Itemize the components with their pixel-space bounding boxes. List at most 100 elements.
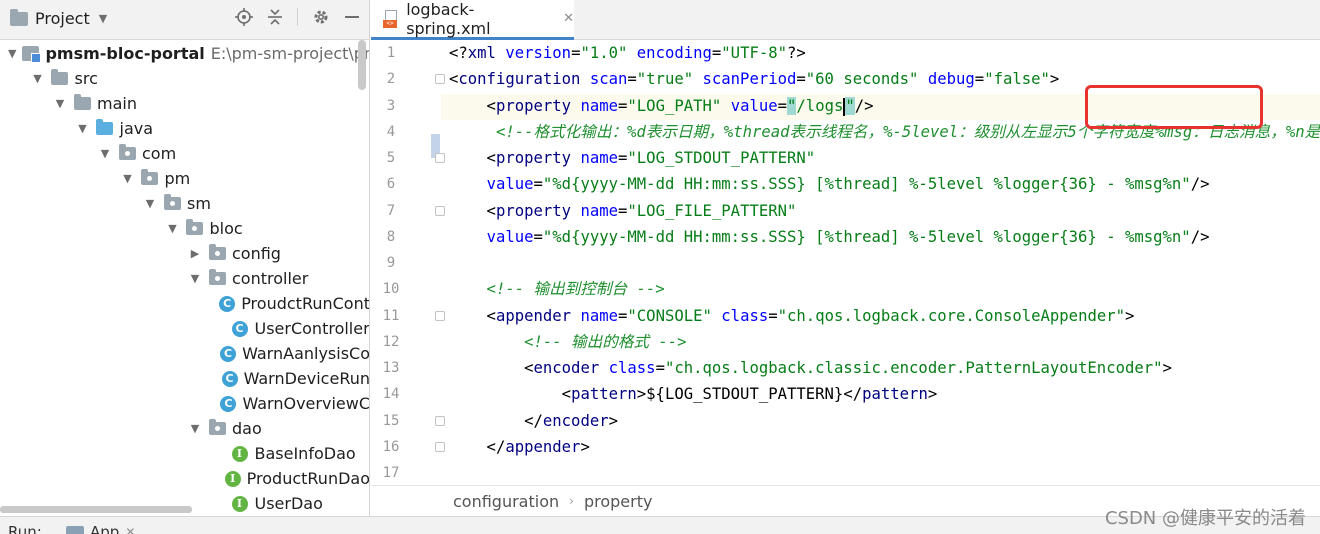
tree-item[interactable]: ▼ pmsm-bloc-portal E:\pm-sm-project\pmsm — [0, 41, 369, 66]
interface-icon: I — [224, 470, 241, 488]
source-folder-icon — [96, 119, 114, 138]
tree-item[interactable]: C WarnAanlysisCo — [0, 341, 370, 366]
hide-panel-icon[interactable] — [344, 8, 360, 26]
tab-label: logback-spring.xml — [406, 0, 491, 38]
tree-item[interactable]: ▼ pm — [0, 166, 369, 191]
close-icon[interactable]: ✕ — [563, 11, 574, 26]
class-icon: C — [220, 395, 237, 413]
tree-item[interactable]: ▼ src — [0, 66, 369, 91]
code-line-7: <property name="LOG_FILE_PATTERN" — [449, 202, 797, 220]
tree-item-label: WarnAanlysisCo — [242, 344, 370, 363]
locate-icon[interactable] — [235, 8, 253, 26]
line-number: 5 — [386, 150, 396, 166]
tree-item[interactable]: ▼ bloc — [0, 216, 369, 241]
run-tab-app[interactable]: App ✕ — [66, 523, 135, 534]
line-number: 13 — [382, 360, 400, 376]
line-number: 9 — [386, 255, 396, 271]
breadcrumb-configuration[interactable]: configuration — [453, 492, 559, 511]
line-number: 12 — [382, 334, 400, 350]
code-line-13: <encoder class="ch.qos.logback.classic.e… — [449, 359, 1172, 377]
line-number: 1 — [386, 45, 396, 61]
watermark: CSDN @健康平安的活着 — [1104, 508, 1306, 529]
line-number: 2 — [386, 71, 396, 87]
folder-icon — [51, 69, 69, 88]
tree-item[interactable]: C WarnOverviewC — [0, 391, 370, 416]
tree-item-label: main — [97, 94, 137, 113]
tree-item-label: src — [74, 69, 98, 88]
interface-icon: I — [231, 495, 249, 513]
tree-item[interactable]: ▼ java — [0, 116, 369, 141]
code-line-3: <property name="LOG_PATH" value="/logs "/… — [449, 97, 874, 116]
project-view-selector[interactable]: Project ▼ — [10, 8, 108, 28]
tree-item-label: UserController — [254, 319, 370, 338]
module-icon — [22, 45, 42, 63]
tree-item[interactable]: ▼ controller — [0, 266, 369, 291]
editor: <> logback-spring.xml ✕ 1 2 3 4 5 6 7 8 9 10 11 12 1… — [371, 0, 1320, 516]
class-icon: C — [221, 370, 238, 388]
tree-horizontal-scrollbar[interactable] — [0, 506, 192, 513]
gear-icon[interactable] — [312, 8, 330, 26]
close-icon[interactable]: ✕ — [125, 525, 135, 534]
code-line-1: <?xml version="1.0" encoding="UTF-8"?> — [449, 44, 806, 62]
tree-item-label: BaseInfoDao — [254, 444, 356, 463]
code-line-8: value="%d{yyyy-MM-dd HH:mm:ss.SSS} [%thr… — [486, 228, 1210, 246]
tree-item[interactable]: ▼ main — [0, 91, 369, 116]
tree-item-label: java — [119, 119, 154, 138]
tree-item[interactable]: I BaseInfoDao — [0, 441, 369, 466]
collapse-all-icon[interactable] — [267, 8, 283, 26]
tree-item[interactable]: ▼ dao — [0, 416, 369, 441]
package-icon — [163, 194, 181, 213]
chevron-down-icon[interactable]: ▼ — [121, 172, 135, 186]
tab-logback-spring-xml[interactable]: <> logback-spring.xml ✕ — [371, 0, 574, 40]
folder-icon — [73, 94, 91, 113]
project-folder-icon — [10, 8, 28, 26]
chevron-down-icon: ▼ — [98, 12, 108, 25]
chevron-down-icon[interactable]: ▼ — [53, 97, 67, 111]
chevron-right-icon[interactable]: ▶ — [188, 247, 202, 261]
code-line-2: <configuration scan="true" scanPeriod="6… — [449, 70, 1060, 88]
tree-item-label: ProudctRunCont — [241, 294, 370, 313]
run-tab-label: App — [90, 523, 120, 534]
tree-item[interactable]: ▶ config — [0, 241, 369, 266]
package-icon — [186, 219, 204, 238]
chevron-down-icon[interactable]: ▼ — [188, 272, 202, 286]
chevron-down-icon[interactable]: ▼ — [166, 222, 180, 236]
breadcrumb-property[interactable]: property — [584, 492, 653, 511]
tree-item-label: dao — [232, 419, 262, 438]
class-icon: C — [231, 320, 249, 338]
chevron-down-icon[interactable]: ▼ — [31, 72, 45, 86]
line-number: 15 — [382, 413, 400, 429]
tree-vertical-scrollbar[interactable] — [358, 40, 366, 90]
tree-item[interactable]: C ProudctRunCont — [0, 291, 370, 316]
code-line-10: <!-- 输出到控制台 --> — [449, 280, 665, 298]
chevron-down-icon[interactable]: ▼ — [8, 47, 16, 61]
line-number: 6 — [386, 176, 396, 192]
chevron-down-icon[interactable]: ▼ — [98, 147, 112, 161]
chevron-down-icon[interactable]: ▼ — [188, 422, 202, 436]
tree-item[interactable]: ▼ com — [0, 141, 369, 166]
tree-item-label: pm — [164, 169, 191, 188]
tree-item-label: controller — [232, 269, 309, 288]
tree-item[interactable]: C WarnDeviceRun — [0, 366, 369, 391]
tree-item-label: bloc — [209, 219, 243, 238]
tree-item-label: WarnOverviewC — [242, 394, 370, 413]
chevron-down-icon[interactable]: ▼ — [143, 197, 157, 211]
package-icon — [208, 244, 226, 263]
app-icon — [66, 526, 84, 534]
line-number: 3 — [386, 98, 396, 114]
tree-item[interactable]: I ProductRunDao — [0, 466, 370, 491]
tree-item[interactable]: ▼ sm — [0, 191, 369, 216]
chevron-down-icon[interactable]: ▼ — [76, 122, 90, 136]
tree-item-label: ProductRunDao — [246, 469, 370, 488]
line-number: 14 — [382, 386, 400, 402]
line-number: 8 — [386, 229, 396, 245]
tree-item[interactable]: C UserController — [0, 316, 370, 341]
